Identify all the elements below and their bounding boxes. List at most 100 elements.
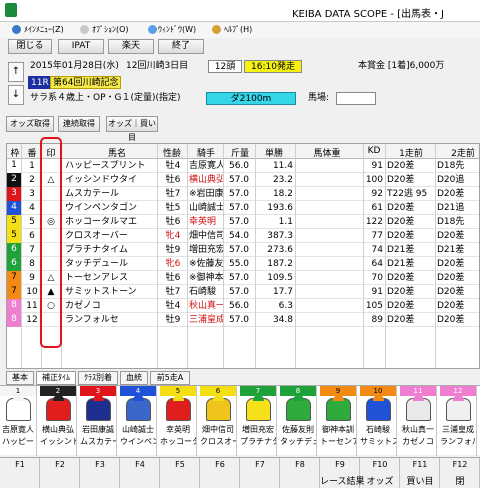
- col-body-weight[interactable]: 馬体重: [307, 146, 347, 159]
- table-row[interactable]: 68 タッチデュール 牝6 ※佐藤友則 55.0 187.2 64 D21差 D20差: [7, 257, 479, 271]
- cell-kd: 91: [371, 161, 383, 171]
- fkey-button[interactable]: F4: [120, 458, 160, 488]
- start-time: 16:10発走: [244, 60, 302, 73]
- silk-jockey: 佐藤友則: [282, 425, 314, 434]
- odds-bet-button[interactable]: オッズ｜買い目: [106, 116, 158, 142]
- cell-kd: 100: [365, 175, 383, 185]
- table-row[interactable]: 2 2 △ イッシンドウタイ 牡6 横山典弘 57.0 23.2 100 D20差 D20追: [7, 173, 479, 187]
- cell-jockey: ※佐藤友則: [189, 259, 223, 269]
- continuous-fetch-button[interactable]: 連続取得: [58, 116, 100, 132]
- table-row[interactable]: 5 5 ◎ ホッコータルマエ 牡6 幸英明 57.0 1.1 122 D20差 D18先: [7, 215, 479, 229]
- silk-card[interactable]: 4 山崎誠士 ウインペン: [120, 386, 157, 456]
- menu-options[interactable]: ｵﾌﾟｼｮﾝ(O): [92, 24, 129, 35]
- tab-basic[interactable]: 基本: [6, 371, 34, 385]
- col-ban[interactable]: 番: [24, 146, 40, 159]
- exit-button[interactable]: 終了: [158, 39, 204, 54]
- cell-weight: 56.0: [228, 301, 250, 311]
- silk-card[interactable]: 8 佐藤友則 タッチデュ: [280, 386, 317, 456]
- divider: [385, 144, 386, 368]
- menu-bar: ﾒｲﾝﾒﾆｭｰ(Z) ｵﾌﾟｼｮﾝ(O) ｳｨﾝﾄﾞｳ(W) ﾍﾙﾌﾟ(H): [0, 22, 480, 38]
- rakuten-button[interactable]: 楽天: [108, 39, 154, 54]
- fkey-button[interactable]: F7: [240, 458, 280, 488]
- silk-cap-icon: [213, 395, 224, 401]
- ipat-label: IPAT: [71, 41, 91, 51]
- col-sex-age[interactable]: 性齢: [159, 146, 185, 159]
- silk-card[interactable]: 6 畑中信司 クロスオー: [200, 386, 237, 456]
- fkey-button[interactable]: F3: [80, 458, 120, 488]
- col-win-odds[interactable]: 単勝: [259, 146, 289, 159]
- track-condition-value: [336, 92, 376, 105]
- next-race-button[interactable]: ↓: [8, 85, 24, 105]
- col-race2[interactable]: 2走前: [443, 146, 479, 159]
- fkey-button[interactable]: F12 閉: [440, 458, 480, 488]
- table-row[interactable]: 6 7 プラチナタイム 牡9 増田充宏 57.0 273.6 74 D21差 D21差: [7, 243, 479, 257]
- tab-last5[interactable]: 前5走A: [150, 371, 190, 385]
- col-weight[interactable]: 斤量: [225, 146, 255, 159]
- cell-win-odds: 23.2: [272, 175, 293, 185]
- cell-win-odds: 17.7: [272, 287, 293, 297]
- race-info-panel: ↑ ↓ 2015年01月28日(水) 12回川崎3日目 12頭 16:10発走 …: [0, 58, 480, 112]
- cell-win-odds: 187.2: [267, 259, 293, 269]
- cell-weight: 57.0: [228, 273, 250, 283]
- col-kd[interactable]: KD: [365, 146, 383, 156]
- toolbar: 閉じる IPAT 楽天 終了: [0, 38, 480, 56]
- fkey-button[interactable]: F10 オッズ: [360, 458, 400, 488]
- cell-sex-age: 牡4: [165, 301, 181, 311]
- silk-card[interactable]: 12 三浦皇成 ランフォル: [440, 386, 477, 456]
- table-row[interactable]: 33 ムスカテール 牡7 ※岩田康誠 57.0 18.2 92 T22逃 95 D20差: [7, 187, 479, 201]
- race-venue: 12回川崎3日目: [126, 61, 189, 71]
- fkey-button[interactable]: F8: [280, 458, 320, 488]
- fkey-button[interactable]: F9 レース結果: [320, 458, 365, 488]
- silk-jockey: 御神本訓: [322, 425, 354, 434]
- cell-kd: 74: [371, 245, 383, 255]
- odds-fetch-button[interactable]: オッズ取得: [6, 116, 54, 132]
- tab-corrected-time[interactable]: 補正ﾀｲﾑ: [36, 371, 76, 385]
- silk-card[interactable]: 7 増田充宏 プラチナタ: [240, 386, 277, 456]
- silk-card[interactable]: 10 石崎駿 サミットス: [360, 386, 397, 456]
- silk-card[interactable]: 11 秋山真一 カゼノコ: [400, 386, 437, 456]
- table-row[interactable]: 79△トーセンアレス牡6※御神本訓57.0109.570D20差D20差: [7, 271, 479, 285]
- table-row[interactable]: 1 1 ハッピースプリント 牡4 吉原寛人 56.0 11.4 91 D20差 D18先: [7, 159, 479, 173]
- menu-window[interactable]: ｳｨﾝﾄﾞｳ(W): [158, 24, 196, 35]
- fkey-label: レース結果: [320, 477, 365, 487]
- divider: [187, 144, 188, 368]
- fkey-button[interactable]: F1: [0, 458, 40, 488]
- race-distance: ダ2100m: [206, 92, 296, 105]
- silk-jockey: 石崎駿: [366, 425, 390, 434]
- silk-card[interactable]: 2 横山典弘 イッシンド: [40, 386, 77, 456]
- cell-waku: 2: [7, 173, 21, 187]
- silk-card[interactable]: 5 幸英明 ホッコータ: [160, 386, 197, 456]
- odds-fetch-label: オッズ取得: [10, 119, 50, 128]
- fkey-button[interactable]: F2: [40, 458, 80, 488]
- fkey-button[interactable]: F6: [200, 458, 240, 488]
- cell-race2: D20追: [437, 175, 465, 185]
- cell-jockey: 横山典弘: [189, 175, 223, 185]
- close-button[interactable]: 閉じる: [8, 39, 52, 54]
- tab-class[interactable]: ｸﾗｽ別着: [78, 371, 118, 385]
- col-jockey[interactable]: 騎手: [191, 146, 221, 159]
- col-waku[interactable]: 枠: [9, 146, 21, 159]
- cell-waku: 7: [7, 271, 21, 285]
- col-race1[interactable]: 1走前: [391, 146, 431, 159]
- prev-race-button[interactable]: ↑: [8, 62, 24, 82]
- silk-card[interactable]: 9 御神本訓 トーセンア: [320, 386, 357, 456]
- fkey-number: F3: [95, 460, 105, 469]
- col-horse-name[interactable]: 馬名: [87, 146, 147, 159]
- cell-kd: 64: [371, 259, 383, 269]
- table-row[interactable]: 7 10 ▲ サミットストーン 牡7 石崎駿 57.0 17.7 91 D20差 D20差: [7, 285, 479, 299]
- ipat-button[interactable]: IPAT: [58, 39, 104, 54]
- fkey-button[interactable]: F5: [160, 458, 200, 488]
- table-row[interactable]: 4 4 ウインペンタゴン 牡5 山崎誠士 57.0 193.6 61 D20差 D21追: [7, 201, 479, 215]
- cell-sex-age: 牡6: [165, 217, 181, 227]
- silk-card[interactable]: 3 岩田康誠 ムスカテー: [80, 386, 117, 456]
- table-row[interactable]: 5 6 クロスオーバー 牝4 畑中信司 54.0 387.3 77 D20差 D20差: [7, 229, 479, 243]
- head-count: 12頭: [208, 60, 242, 73]
- table-row[interactable]: 8 12 ランフォルセ 牡9 三浦皇成 57.0 34.8 89 D20差 D20差: [7, 313, 479, 327]
- fkey-number: F11: [412, 460, 428, 469]
- tab-pedigree[interactable]: 血統: [120, 371, 148, 385]
- menu-help[interactable]: ﾍﾙﾌﾟ(H): [224, 24, 252, 35]
- table-row[interactable]: 8 11 ○ カゼノコ 牡4 秋山真一 56.0 6.3 105 D20差 D20差: [7, 299, 479, 313]
- silk-card[interactable]: 1 吉原寛人 ハッピー: [0, 386, 37, 456]
- menu-main[interactable]: ﾒｲﾝﾒﾆｭｰ(Z): [24, 24, 64, 35]
- fkey-button[interactable]: F11 買い目: [400, 458, 440, 488]
